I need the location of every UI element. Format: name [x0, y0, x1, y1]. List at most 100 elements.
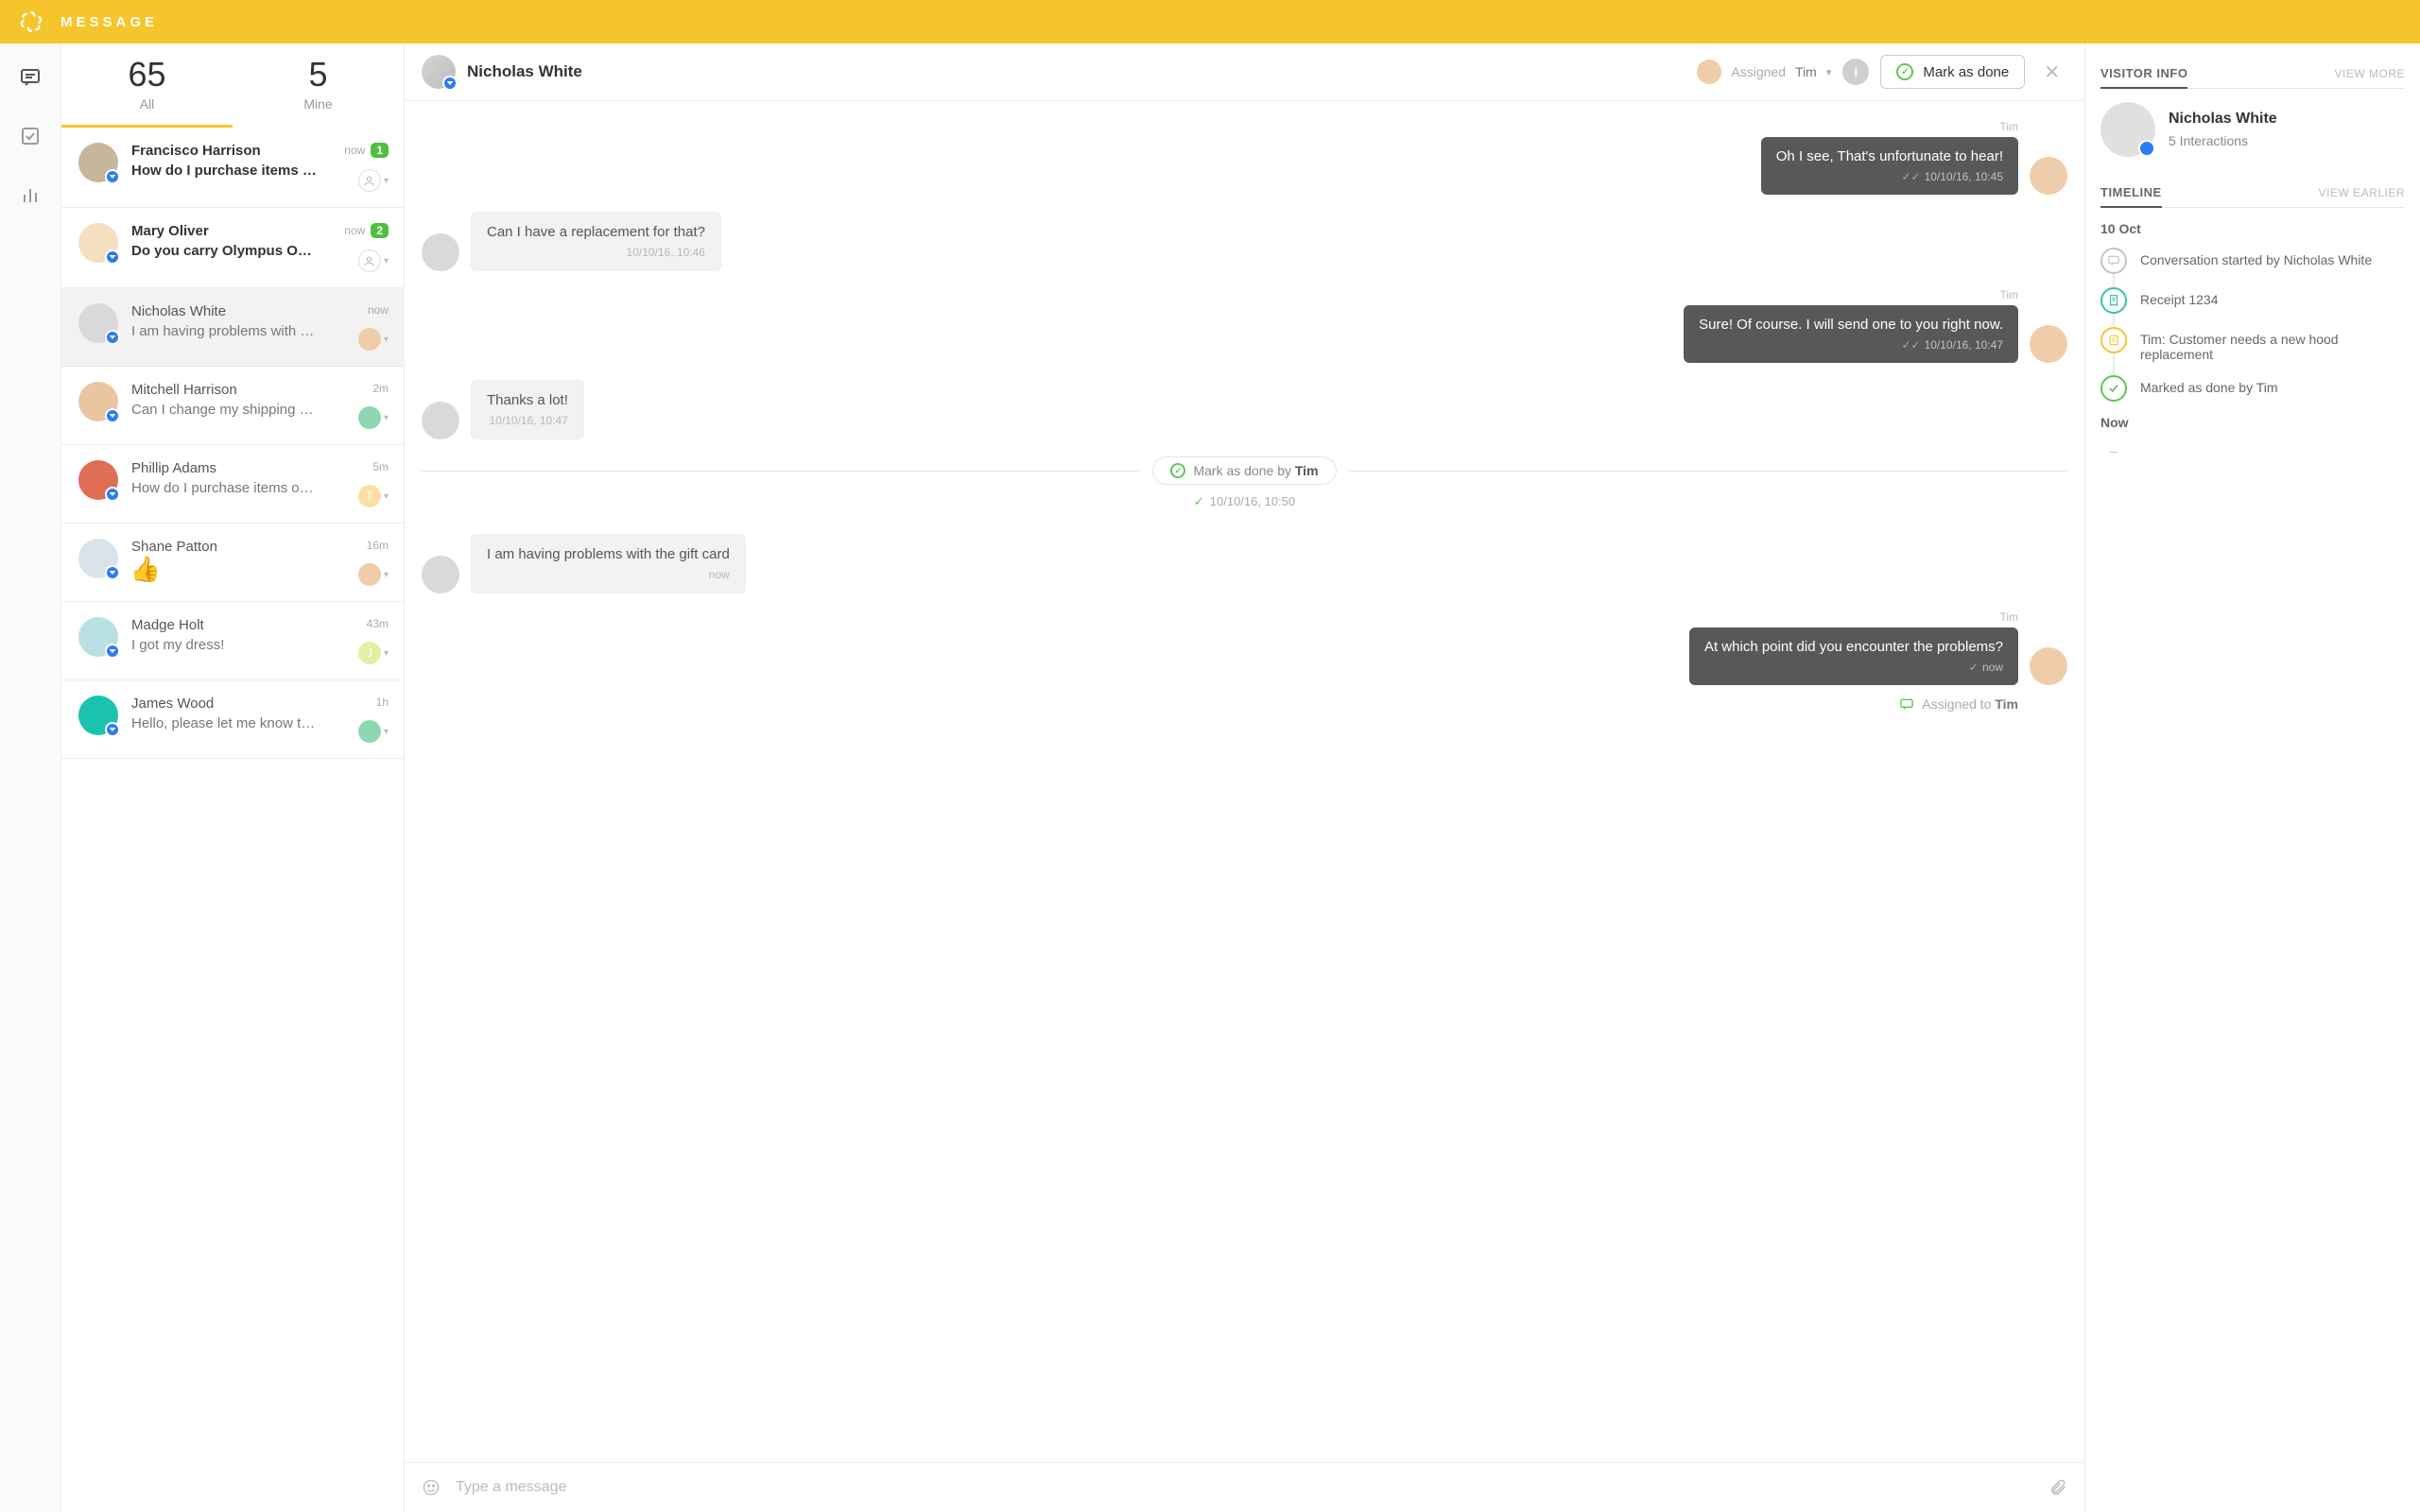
chevron-down-icon: ▾ [384, 570, 389, 580]
composer-input[interactable] [456, 1479, 2033, 1496]
chat-panel: Nicholas White Assigned Tim ▾ i Mark as … [405, 43, 2085, 1512]
conversation-list: 65 All 5 Mine Francisco Harrison How do … [61, 43, 405, 1512]
timeline-note-icon [2100, 327, 2127, 353]
message-text: Can I have a replacement for that? [487, 224, 705, 240]
conv-time: now [368, 303, 389, 317]
conversation-item[interactable]: Phillip Adams How do I purchase items on… [61, 445, 404, 524]
conv-name: Francisco Harrison [131, 143, 322, 159]
conversation-item[interactable]: Mary Oliver Do you carry Olympus OM… now… [61, 208, 404, 288]
conversation-item[interactable]: Mitchell Harrison Can I change my shippi… [61, 367, 404, 445]
conv-name: James Wood [131, 696, 322, 712]
message-bubble: Can I have a replacement for that? 10/10… [471, 212, 721, 271]
message-text: Thanks a lot! [487, 392, 568, 408]
message-meta: 10/10/16, 10:46 [487, 246, 705, 259]
info-button[interactable]: i [1842, 59, 1869, 85]
message-avatar [2030, 157, 2067, 195]
conversation-item[interactable]: Francisco Harrison How do I purchase ite… [61, 128, 404, 208]
conv-preview: How do I purchase items o… [131, 163, 320, 179]
assignee-avatar [358, 563, 381, 586]
messenger-badge-icon [105, 722, 120, 737]
conv-assignee-chip[interactable]: ▾ [358, 406, 389, 429]
nav-messages-icon[interactable] [19, 66, 42, 89]
conv-name: Mary Oliver [131, 223, 322, 239]
conversation-item[interactable]: James Wood Hello, please let me know t… … [61, 680, 404, 759]
conv-preview: Do you carry Olympus OM… [131, 243, 320, 259]
conv-preview: Can I change my shipping a… [131, 402, 320, 418]
conv-assignee-chip[interactable]: J ▾ [358, 642, 389, 664]
timeline-text: Marked as done by Tim [2140, 375, 2278, 395]
conv-preview: I got my dress! [131, 637, 320, 653]
view-earlier-link[interactable]: VIEW EARLIER [2319, 186, 2405, 199]
conv-assignee-chip[interactable]: ▾ [358, 328, 389, 351]
view-more-link[interactable]: VIEW MORE [2334, 67, 2405, 80]
conv-time: 43m [367, 617, 389, 630]
conv-assignee-chip[interactable]: ▾ [358, 249, 389, 272]
message-meta: 10/10/16, 10:47 [487, 414, 568, 427]
message-text: Oh I see, That's unfortunate to hear! [1776, 148, 2003, 164]
conv-time: 2m [372, 382, 389, 395]
timeline-empty: – [2100, 443, 2405, 458]
timeline-text: Tim: Customer needs a new hood replaceme… [2140, 327, 2405, 362]
conv-preview: Hello, please let me know t… [131, 715, 320, 731]
conv-assignee-chip[interactable]: ▾ [358, 169, 389, 192]
tab-mine[interactable]: 5 Mine [233, 43, 404, 128]
conv-name: Phillip Adams [131, 460, 322, 476]
nav-rail [0, 43, 61, 1512]
timeline-title: TIMELINE [2100, 185, 2162, 199]
chevron-down-icon: ▾ [384, 413, 389, 423]
visitor-name: Nicholas White [2169, 111, 2277, 128]
chevron-down-icon: ▾ [384, 491, 389, 502]
timeline-item[interactable]: Receipt 1234 [2100, 287, 2405, 314]
message-avatar [2030, 325, 2067, 363]
visitor-interactions: 5 Interactions [2169, 133, 2277, 148]
conversation-item[interactable]: Nicholas White I am having problems with… [61, 288, 404, 367]
chat-contact-name: Nicholas White [467, 62, 582, 81]
timeline-item[interactable]: Marked as done by Tim [2100, 375, 2405, 402]
visitor-info-title: VISITOR INFO [2100, 66, 2187, 80]
mark-done-button[interactable]: Mark as done [1880, 55, 2025, 89]
messenger-badge-icon [2138, 140, 2155, 157]
check-circle-icon [1896, 63, 1913, 80]
close-chat-button[interactable]: ✕ [2036, 57, 2067, 88]
emoji-icon[interactable] [422, 1478, 441, 1497]
timeline-item[interactable]: Conversation started by Nicholas White [2100, 248, 2405, 274]
chat-scroll[interactable]: Tim Oh I see, That's unfortunate to hear… [405, 101, 2084, 1462]
assignee-unassigned-icon [358, 249, 381, 272]
messenger-badge-icon [105, 487, 120, 502]
messenger-badge-icon [442, 76, 458, 91]
message-in: Can I have a replacement for that? 10/10… [422, 212, 2067, 271]
message-avatar [422, 402, 459, 439]
conv-assignee-chip[interactable]: ▾ [358, 720, 389, 743]
assignee-avatar: J [358, 642, 381, 664]
nav-tasks-icon[interactable] [19, 125, 42, 147]
assignee-avatar [358, 720, 381, 743]
composer [405, 1462, 2084, 1512]
message-bubble: Thanks a lot! 10/10/16, 10:47 [471, 380, 584, 439]
assignee-unassigned-icon [358, 169, 381, 192]
assignee-avatar [1697, 60, 1721, 84]
app-title: MESSAGE [60, 14, 158, 30]
chevron-down-icon: ▾ [384, 648, 389, 659]
conversation-item[interactable]: Shane Patton 👍 16m ▾ [61, 524, 404, 602]
message-meta: ✓✓10/10/16, 10:47 [1699, 338, 2003, 352]
messenger-badge-icon [105, 169, 120, 184]
timeline-item[interactable]: Tim: Customer needs a new hood replaceme… [2100, 327, 2405, 362]
messenger-badge-icon [105, 249, 120, 265]
message-out: Tim At which point did you encounter the… [422, 610, 2067, 685]
message-avatar [2030, 647, 2067, 685]
message-meta: now [487, 568, 730, 581]
message-bubble: At which point did you encounter the pro… [1689, 627, 2018, 685]
message-in: Thanks a lot! 10/10/16, 10:47 [422, 380, 2067, 439]
nav-stats-icon[interactable] [19, 183, 42, 206]
attach-icon[interactable] [2048, 1478, 2067, 1497]
app-logo-icon [19, 9, 43, 34]
conv-assignee-chip[interactable]: T ▾ [358, 485, 389, 507]
check-circle-icon [1170, 463, 1185, 478]
conv-time: 1h [376, 696, 389, 709]
conv-assignee-chip[interactable]: ▾ [358, 563, 389, 586]
visitor-summary: Nicholas White 5 Interactions [2100, 102, 2405, 157]
conversation-item[interactable]: Madge Holt I got my dress! 43m J ▾ [61, 602, 404, 680]
done-timestamp: ✓10/10/16, 10:50 [422, 494, 2067, 509]
assigned-dropdown[interactable]: Assigned Tim ▾ [1697, 60, 1831, 84]
tab-all[interactable]: 65 All [61, 43, 233, 128]
